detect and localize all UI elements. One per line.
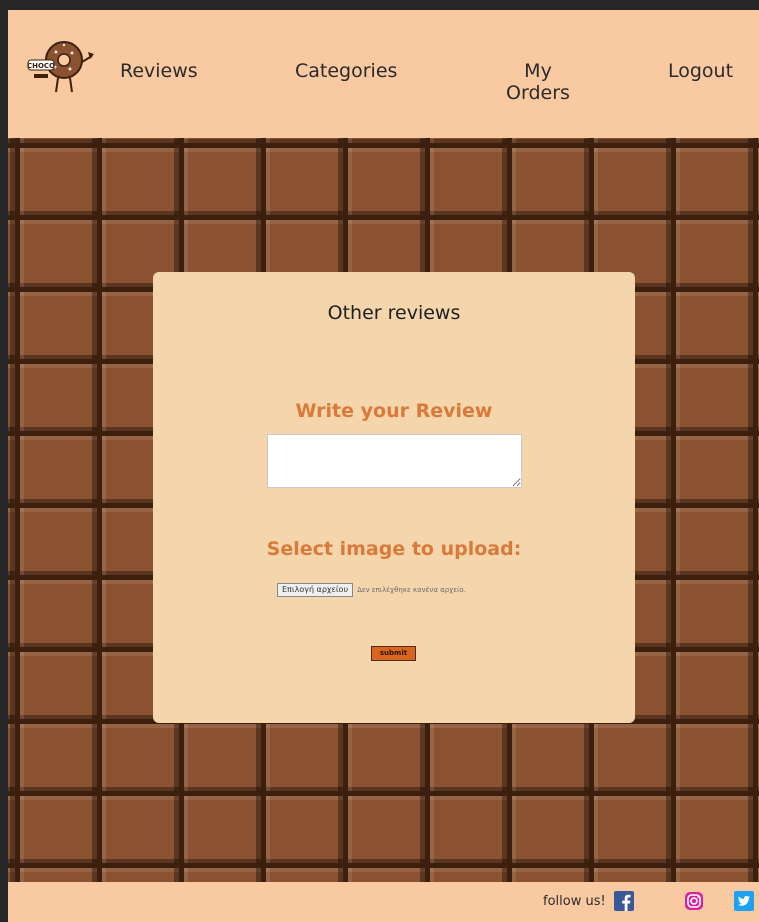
modal-title: Other reviews — [327, 302, 461, 324]
top-navbar: CHOCO Reviews Categories My Orders Logou… — [8, 10, 759, 138]
write-review-heading: Write your Review — [295, 400, 493, 422]
choose-file-button[interactable]: Επιλογή αρχείου — [277, 583, 354, 597]
nav-reviews[interactable]: Reviews — [120, 60, 198, 82]
twitter-icon[interactable] — [734, 891, 754, 911]
review-text-input[interactable] — [267, 434, 522, 488]
file-status-text: Δεν επιλέχθηκε κανένα αρχείο. — [357, 586, 466, 594]
submit-button[interactable]: submit — [371, 646, 416, 661]
donut-logo[interactable]: CHOCO — [26, 36, 96, 102]
instagram-icon[interactable] — [684, 891, 704, 911]
page: CHOCO Reviews Categories My Orders Logou… — [8, 10, 759, 922]
nav-categories[interactable]: Categories — [295, 60, 397, 82]
review-modal: Other reviews Write your Review Select i… — [153, 272, 635, 723]
facebook-icon[interactable] — [614, 891, 634, 911]
nav-my-orders[interactable]: My Orders — [498, 60, 578, 104]
follow-us-text: follow us! — [543, 894, 606, 909]
upload-heading: Select image to upload: — [266, 538, 522, 560]
footer: follow us! — [8, 882, 759, 922]
nav-logout[interactable]: Logout — [668, 60, 733, 82]
svg-text:CHOCO: CHOCO — [27, 62, 55, 70]
file-input: Επιλογή αρχείου Δεν επιλέχθηκε κανένα αρ… — [277, 583, 466, 597]
